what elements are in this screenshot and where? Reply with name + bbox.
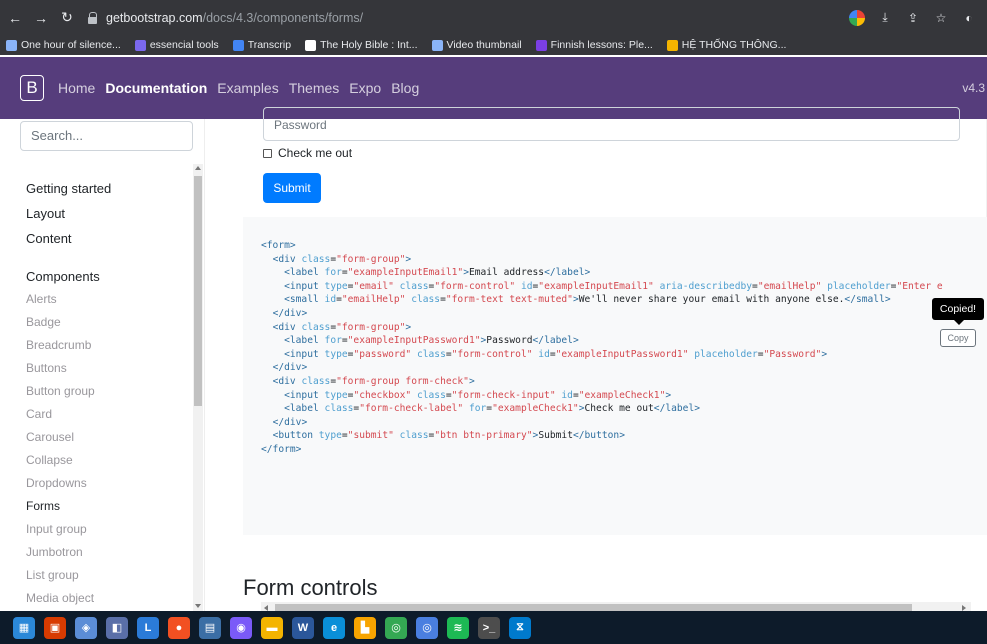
submit-button[interactable]: Submit — [263, 173, 321, 203]
sidebar-item-jumbotron[interactable]: Jumbotron — [26, 545, 83, 559]
sidebar-item-carousel[interactable]: Carousel — [26, 430, 74, 444]
bookmark-item[interactable]: Video thumbnail — [431, 39, 522, 51]
image-app-icon[interactable]: ▤ — [199, 616, 221, 639]
nav-link-examples[interactable]: Examples — [217, 80, 278, 96]
edge-icon[interactable]: e — [323, 616, 345, 639]
spotify-icon[interactable]: ≋ — [447, 616, 469, 639]
a-icon — [134, 39, 146, 51]
bookmark-label: Finnish lessons: Ple... — [550, 39, 653, 51]
office-icon[interactable]: ▣ — [44, 616, 66, 639]
bookmark-label: One hour of silence... — [21, 39, 121, 51]
bookmark-label: Transcrip — [247, 39, 292, 51]
photos-icon[interactable]: ◈ — [75, 616, 97, 639]
sidebar-item-dropdowns[interactable]: Dropdowns — [26, 476, 87, 490]
url-path: /docs/4.3/components/forms/ — [202, 10, 364, 25]
bookmark-item[interactable]: essencial tools — [134, 39, 219, 51]
check-me-out-checkbox[interactable] — [263, 148, 272, 158]
l-app-icon[interactable]: L — [137, 616, 159, 639]
section-heading: Form controls — [243, 575, 378, 600]
check-row: Check me out — [263, 146, 352, 160]
bookmark-item[interactable]: One hour of silence... — [6, 39, 121, 51]
file-explorer-icon[interactable]: ▬ — [261, 616, 283, 639]
notes-icon[interactable]: ▙ — [354, 616, 376, 639]
sidebar-item-components[interactable]: Components — [26, 269, 100, 284]
sidebar-item-forms[interactable]: Forms — [26, 499, 60, 513]
password-input[interactable]: Password — [263, 107, 960, 141]
code-block: <form> <div class="form-group"> <label f… — [261, 240, 943, 455]
sidebar-item-button-group[interactable]: Button group — [26, 384, 95, 398]
docs-sidebar: Search... Getting started Layout Content Co… — [0, 119, 205, 611]
nav-link-expo[interactable]: Expo — [349, 80, 381, 96]
bookmark-label: The Holy Bible : Int... — [320, 39, 418, 51]
book-icon — [305, 39, 317, 51]
vscode-icon[interactable]: ⧖ — [509, 616, 531, 639]
share-icon[interactable]: ⇪ — [905, 10, 921, 26]
reload-icon[interactable]: ↻ — [56, 7, 78, 29]
sidebar-scroll-thumb[interactable] — [194, 176, 202, 406]
orange-app-icon[interactable]: ● — [168, 616, 190, 639]
app-icon[interactable]: ◧ — [106, 616, 128, 639]
word-icon[interactable]: W — [292, 616, 314, 639]
back-icon[interactable]: ← — [4, 7, 26, 29]
bookmark-item[interactable]: HỆ THỐNG THÔNG... — [666, 39, 787, 51]
bookmark-label: essencial tools — [149, 39, 219, 51]
chrome-icon[interactable]: ◎ — [385, 616, 407, 639]
chrome-profile-icon[interactable]: ◎ — [416, 616, 438, 639]
bookmark-item[interactable]: Finnish lessons: Ple... — [535, 39, 653, 51]
bookmarks-bar: One hour of silence... essencial tools Tra… — [0, 35, 987, 55]
search-input[interactable]: Search... — [20, 121, 193, 151]
check-label: Check me out — [278, 146, 353, 160]
version-dropdown[interactable]: v4.3 — [962, 81, 987, 95]
globe-icon — [6, 39, 17, 51]
main-content: Password Check me out Submit <form> <div… — [205, 107, 987, 614]
sidebar-item-content[interactable]: Content — [26, 231, 72, 246]
sidebar-item-collapse[interactable]: Collapse — [26, 453, 73, 467]
bootstrap-logo[interactable]: B — [20, 75, 44, 101]
bookmark-item[interactable]: Transcrip — [232, 39, 292, 51]
line-icon — [232, 39, 244, 51]
copy-button[interactable]: Copy — [940, 329, 976, 347]
scroll-down-arrow-icon[interactable] — [195, 604, 201, 608]
globe-icon — [431, 39, 443, 51]
bookmark-star-icon[interactable]: ☆ — [933, 10, 949, 26]
sidebar-item-list-group[interactable]: List group — [26, 568, 79, 582]
install-icon[interactable]: ⤓ — [877, 10, 893, 26]
shield-icon — [666, 39, 678, 51]
messenger-icon[interactable]: ◉ — [230, 616, 252, 639]
nav-link-themes[interactable]: Themes — [289, 80, 340, 96]
form-example: Password Check me out Submit — [243, 107, 987, 219]
terminal-icon[interactable]: >_ — [478, 616, 500, 639]
lock-icon — [88, 11, 98, 24]
url-field[interactable]: getbootstrap.com/docs/4.3/components/for… — [88, 5, 849, 31]
bookmark-label: HỆ THỐNG THÔNG... — [681, 39, 787, 51]
sidebar-item-input-group[interactable]: Input group — [26, 522, 87, 536]
url-host: getbootstrap.com — [106, 10, 203, 25]
code-snippet: <form> <div class="form-group"> <label f… — [243, 217, 987, 614]
profile-icon[interactable]: ◐ — [961, 10, 977, 26]
sidebar-scrollbar[interactable] — [193, 164, 203, 611]
bars-icon — [535, 39, 547, 51]
sidebar-item-breadcrumb[interactable]: Breadcrumb — [26, 338, 91, 352]
sidebar-item-alerts[interactable]: Alerts — [26, 292, 57, 306]
bookmark-label: Video thumbnail — [446, 39, 522, 51]
windows-taskbar: ▦ ▣ ◈ ◧ L ● ▤ ◉ ▬ We ▙ ◎ ◎ ≋ >_ ⧖ — [0, 611, 987, 644]
navbar-links: Home Documentation Examples Themes Expo Blog — [58, 80, 419, 96]
nav-link-blog[interactable]: Blog — [391, 80, 419, 96]
scroll-up-arrow-icon[interactable] — [195, 166, 201, 170]
bookmark-item[interactable]: The Holy Bible : Int... — [305, 39, 418, 51]
sidebar-item-card[interactable]: Card — [26, 407, 52, 421]
browser-address-bar: ← → ↻ getbootstrap.com/docs/4.3/componen… — [0, 0, 987, 35]
windows-start-icon[interactable]: ▦ — [13, 616, 35, 639]
sidebar-item-media-object[interactable]: Media object — [26, 591, 94, 605]
sidebar-item-layout[interactable]: Layout — [26, 206, 65, 221]
google-icon[interactable] — [849, 9, 865, 26]
nav-link-home[interactable]: Home — [58, 80, 95, 96]
nav-link-documentation[interactable]: Documentation — [105, 80, 207, 96]
forward-icon[interactable]: → — [30, 7, 52, 29]
sidebar-item-badge[interactable]: Badge — [26, 315, 61, 329]
sidebar-item-getting-started[interactable]: Getting started — [26, 181, 111, 196]
copied-tooltip: Copied! — [932, 298, 984, 325]
sidebar-item-buttons[interactable]: Buttons — [26, 361, 67, 375]
